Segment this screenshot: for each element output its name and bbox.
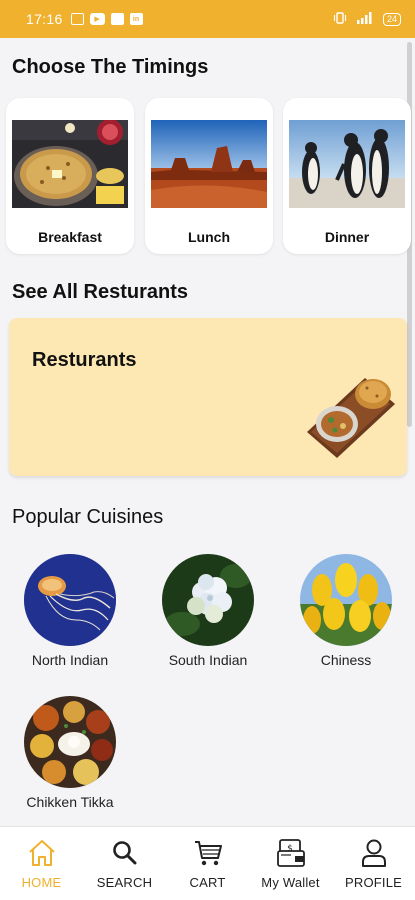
nav-cart[interactable]: CART: [166, 827, 249, 900]
cuisines-heading: Popular Cuisines: [12, 506, 164, 528]
lunch-image: [151, 120, 267, 208]
cuisine-chiness[interactable]: Chiness: [276, 554, 415, 668]
cuisine-label: North Indian: [31, 652, 109, 668]
cuisine-north-indian[interactable]: North Indian: [0, 554, 140, 668]
signal-icon: [355, 11, 375, 27]
timing-card-lunch[interactable]: Lunch: [145, 98, 273, 254]
nav-profile[interactable]: PROFILE: [332, 827, 415, 900]
nav-home[interactable]: HOME: [0, 827, 83, 900]
gallery-icon: [70, 13, 84, 25]
timing-label: Breakfast: [38, 229, 102, 245]
north-indian-image: [24, 554, 116, 646]
breakfast-image: [12, 120, 128, 208]
south-indian-image: [162, 554, 254, 646]
restaurants-banner[interactable]: Resturants: [9, 318, 407, 476]
nav-search[interactable]: SEARCH: [83, 827, 166, 900]
restaurant-food-image: [303, 370, 397, 462]
cuisine-chikken-tikka[interactable]: Chikken Tikka: [0, 696, 140, 810]
nav-cart-label: CART: [189, 875, 226, 890]
restaurants-banner-title: Resturants: [32, 349, 137, 371]
youtube-icon: ▶: [89, 13, 105, 25]
status-time: 17:16: [26, 11, 63, 27]
cart-icon: [194, 841, 222, 866]
battery-icon: 24: [382, 12, 401, 26]
timing-card-dinner[interactable]: Dinner: [283, 98, 411, 254]
timing-card-breakfast[interactable]: Breakfast: [6, 98, 134, 254]
search-icon: [112, 841, 136, 865]
status-bar: 17:16 ▶ in 24: [0, 0, 415, 38]
timings-heading: Choose The Timings: [12, 56, 209, 78]
nav-profile-label: PROFILE: [344, 875, 403, 890]
chiness-image: [300, 554, 392, 646]
timing-label: Dinner: [324, 229, 370, 245]
chikken-tikka-image: [24, 696, 116, 788]
cuisine-label: Chiness: [320, 652, 372, 668]
timing-label: Lunch: [188, 229, 230, 245]
cuisine-south-indian[interactable]: South Indian: [138, 554, 278, 668]
cuisine-label: Chikken Tikka: [26, 794, 114, 810]
home-icon: [28, 840, 55, 866]
nav-search-label: SEARCH: [96, 875, 153, 890]
app-notification-icon: [110, 13, 124, 25]
cuisine-label: South Indian: [168, 652, 248, 668]
nav-home-label: HOME: [21, 875, 62, 890]
dinner-image: [289, 120, 405, 208]
nav-wallet[interactable]: $ My Wallet: [249, 827, 332, 900]
wallet-icon: $: [276, 839, 305, 867]
vibrate-icon: [333, 11, 347, 27]
nav-wallet-label: My Wallet: [261, 875, 320, 890]
bottom-nav: HOME SEARCH CART $ My Wallet PROFILE: [0, 826, 415, 900]
restaurants-heading: See All Resturants: [12, 281, 188, 303]
profile-icon: [361, 839, 386, 867]
linkedin-icon: in: [129, 13, 143, 25]
